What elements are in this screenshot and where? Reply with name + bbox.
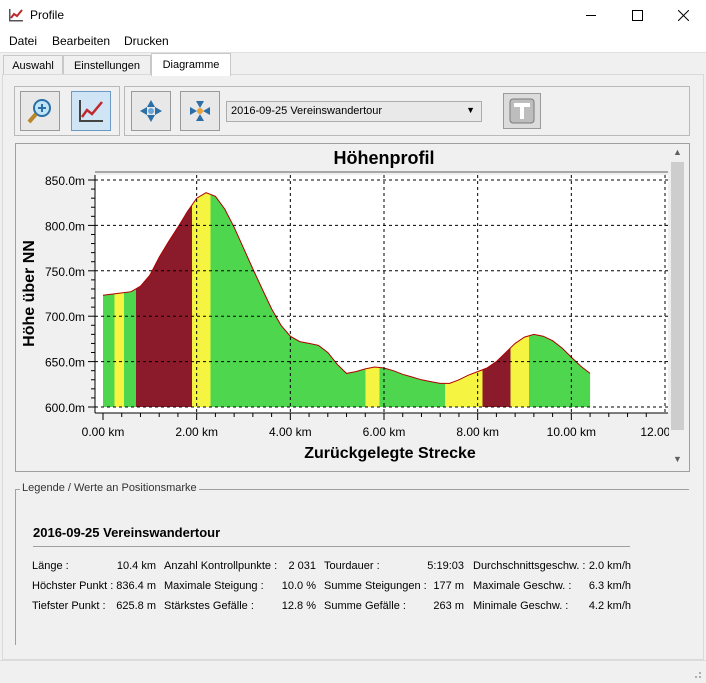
maximize-icon (631, 9, 643, 21)
profile-chart-button[interactable] (71, 91, 111, 131)
x-tick-label: 4.00 km (269, 425, 312, 439)
y-tick-label: 700.0m (45, 310, 85, 324)
tab-diagramme[interactable]: Diagramme (151, 53, 231, 76)
status-bar (0, 660, 706, 683)
chart-title: Höhenprofil (334, 148, 435, 168)
stat-value: 625.8 m (116, 600, 156, 612)
maximize-button[interactable] (614, 0, 660, 30)
stat-label: Tiefster Punkt : (32, 600, 106, 612)
stat-label: Summe Gefälle : (324, 600, 406, 612)
tab-auswahl[interactable]: Auswahl (3, 55, 63, 75)
stat-label: Stärkstes Gefälle : (164, 600, 254, 612)
stat-label: Maximale Geschw. : (473, 580, 572, 592)
menu-bearbeiten[interactable]: Bearbeiten (52, 34, 110, 48)
tab-einstellungen[interactable]: Einstellungen (63, 55, 151, 75)
y-tick-label: 600.0m (45, 401, 85, 415)
close-icon (677, 9, 689, 21)
text-tool-icon (509, 98, 535, 124)
stat-value: 177 m (433, 580, 464, 592)
scrollbar-thumb[interactable] (671, 162, 684, 430)
stat-label: Tourdauer : (324, 560, 380, 572)
tour-name: 2016-09-25 Vereinswandertour (33, 525, 221, 540)
close-button[interactable] (660, 0, 706, 30)
expand-arrows-icon (140, 100, 162, 122)
window-title: Profile (30, 8, 65, 22)
minimize-button[interactable] (568, 0, 614, 30)
expand-button[interactable] (131, 91, 171, 131)
stat-value: 6.3 km/h (588, 580, 631, 592)
y-tick-label: 800.0m (45, 219, 85, 233)
collapse-arrows-icon (190, 101, 210, 121)
legend-caption: Legende / Werte an Positionsmarke (20, 482, 199, 494)
x-axis-label: Zurückgelegte Strecke (304, 445, 476, 462)
menu-datei[interactable]: Datei (9, 34, 37, 48)
title-bar: Profile (0, 0, 706, 30)
stat-label: Minimale Geschw. : (473, 600, 569, 612)
stat-value: 5:19:03 (427, 560, 464, 572)
collapse-button[interactable] (180, 91, 220, 131)
tour-divider (33, 546, 630, 547)
x-tick-label: 10.00 km (547, 425, 596, 439)
stat-label: Maximale Steigung : (164, 580, 264, 592)
stat-value: 10.0 % (281, 580, 316, 592)
zoom-button[interactable] (20, 91, 60, 131)
resize-grip-icon[interactable] (692, 669, 702, 679)
scroll-down-icon[interactable]: ▼ (673, 454, 682, 464)
elevation-chart: Höhenprofil 600.0m 650.0m 700.0m 750.0m 800.0… (16, 144, 669, 468)
x-tick-label: 2.00 km (175, 425, 218, 439)
profile-chart-icon (79, 100, 103, 122)
chart-scrollbar[interactable]: ▲ ▼ (669, 145, 686, 468)
route-select[interactable]: 2016-09-25 Vereinswandertour ▼ (226, 101, 482, 122)
route-select-value: 2016-09-25 Vereinswandertour (231, 105, 383, 117)
stat-label: Durchschnittsgeschw. : (473, 560, 586, 572)
scroll-up-icon[interactable]: ▲ (673, 147, 682, 157)
y-axis-label: Höhe über NN (21, 240, 38, 347)
zoom-icon (27, 99, 51, 124)
stat-value: 263 m (433, 600, 464, 612)
x-tick-label: 12.00 km (640, 425, 669, 439)
stat-label: Länge : (32, 560, 69, 572)
y-tick-label: 750.0m (45, 265, 85, 279)
text-tool-button[interactable] (503, 93, 541, 129)
minimize-icon (586, 14, 596, 16)
stat-value: 12.8 % (281, 600, 316, 612)
profile-chart-icon (8, 7, 24, 23)
stat-value: 10.4 km (116, 560, 156, 572)
stat-value: 4.2 km/h (588, 600, 631, 612)
y-tick-label: 850.0m (45, 174, 85, 188)
menu-bar: Datei Bearbeiten Drucken (0, 30, 706, 53)
x-tick-label: 0.00 km (82, 425, 125, 439)
stat-value: 2.0 km/h (588, 560, 631, 572)
menu-drucken[interactable]: Drucken (124, 34, 169, 48)
chevron-down-icon: ▼ (466, 105, 475, 115)
y-tick-label: 650.0m (45, 356, 85, 370)
stat-value: 836.4 m (116, 580, 156, 592)
x-tick-label: 8.00 km (456, 425, 499, 439)
stat-value: 2 031 (288, 560, 316, 572)
x-tick-label: 6.00 km (363, 425, 406, 439)
